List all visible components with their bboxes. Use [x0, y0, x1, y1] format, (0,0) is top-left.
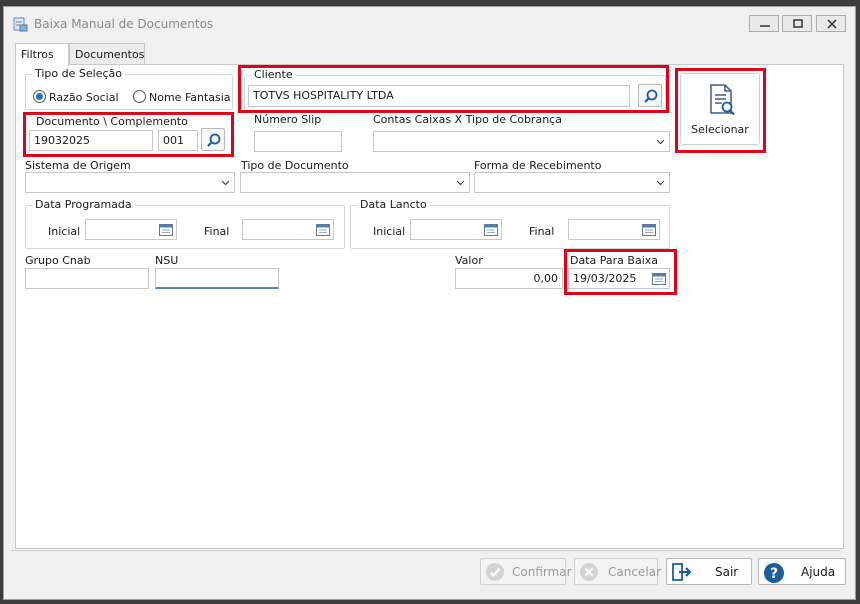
nsu-input[interactable] — [155, 268, 279, 289]
cancel-button[interactable]: Cancelar — [574, 558, 661, 585]
help-button[interactable]: ? Ajuda — [758, 558, 846, 585]
entry-end-input[interactable] — [568, 219, 660, 240]
radio-nome-fantasia-label: Nome Fantasia — [149, 91, 231, 104]
cancel-circle-icon — [580, 563, 598, 581]
amount-label: Valor — [455, 254, 483, 267]
app-icon — [13, 17, 28, 32]
chevron-down-icon — [656, 180, 665, 186]
check-circle-icon — [486, 563, 504, 581]
cancel-label: Cancelar — [608, 565, 661, 579]
action-separator — [11, 550, 840, 551]
exit-label: Sair — [715, 565, 739, 579]
client-highlight — [238, 65, 669, 113]
scheduled-start-label: Inicial — [48, 225, 81, 238]
close-window-button[interactable] — [816, 15, 846, 32]
amount-input[interactable]: 0,00 — [455, 268, 563, 289]
close-icon — [827, 19, 837, 29]
calendar-icon — [159, 224, 173, 236]
origin-system-label: Sistema de Origem — [25, 159, 131, 172]
accounts-combo[interactable] — [373, 131, 670, 152]
accounts-label: Contas Caixas X Tipo de Cobrança — [373, 113, 562, 126]
entry-start-input[interactable] — [410, 219, 502, 240]
slip-input[interactable] — [254, 131, 342, 152]
window-title: Baixa Manual de Documentos — [34, 17, 214, 31]
confirm-label: Confirmar — [512, 565, 572, 579]
nsu-label: NSU — [155, 254, 179, 267]
document-highlight — [23, 112, 234, 157]
confirm-button[interactable]: Confirmar — [480, 558, 572, 585]
calendar-icon — [316, 224, 330, 236]
calendar-icon — [642, 224, 656, 236]
payment-method-label: Forma de Recebimento — [474, 159, 602, 172]
select-highlight — [675, 68, 766, 153]
radio-razao-social-label: Razão Social — [49, 91, 119, 104]
entry-start-label: Inicial — [373, 225, 406, 238]
exit-button[interactable]: Sair — [666, 558, 752, 585]
entry-end-label: Final — [529, 225, 555, 238]
help-icon: ? — [764, 563, 784, 583]
minimize-button[interactable] — [749, 15, 779, 32]
tab-documentos[interactable]: Documentos — [69, 43, 145, 65]
chevron-down-icon — [656, 139, 665, 145]
svg-text:?: ? — [770, 566, 778, 582]
chevron-down-icon — [221, 180, 230, 186]
calendar-icon — [484, 224, 498, 236]
selection-type-title: Tipo de Seleção — [32, 67, 125, 80]
payment-method-combo[interactable] — [474, 172, 670, 193]
tab-filtros[interactable]: Filtros — [15, 43, 69, 66]
maximize-button[interactable] — [782, 15, 812, 32]
minimize-icon — [760, 25, 770, 27]
cnab-group-label: Grupo Cnab — [25, 254, 91, 267]
entry-date-title: Data Lancto — [357, 198, 430, 211]
exit-icon — [672, 563, 692, 581]
scheduled-start-input[interactable] — [85, 219, 177, 240]
document-type-combo[interactable] — [240, 172, 470, 193]
radio-nome-fantasia[interactable] — [133, 90, 146, 103]
slip-label: Número Slip — [254, 113, 322, 126]
document-type-label: Tipo de Documento — [241, 159, 349, 172]
cnab-group-input[interactable] — [25, 268, 149, 289]
scheduled-date-title: Data Programada — [32, 198, 135, 211]
scheduled-end-label: Final — [204, 225, 230, 238]
radio-razao-social[interactable] — [33, 90, 46, 103]
scheduled-end-input[interactable] — [242, 219, 334, 240]
help-label: Ajuda — [801, 565, 836, 579]
restore-icon — [793, 19, 803, 28]
origin-system-combo[interactable] — [25, 172, 235, 193]
chevron-down-icon — [456, 180, 465, 186]
title-bar: Baixa Manual de Documentos — [4, 7, 855, 41]
settlement-date-highlight — [564, 249, 677, 295]
